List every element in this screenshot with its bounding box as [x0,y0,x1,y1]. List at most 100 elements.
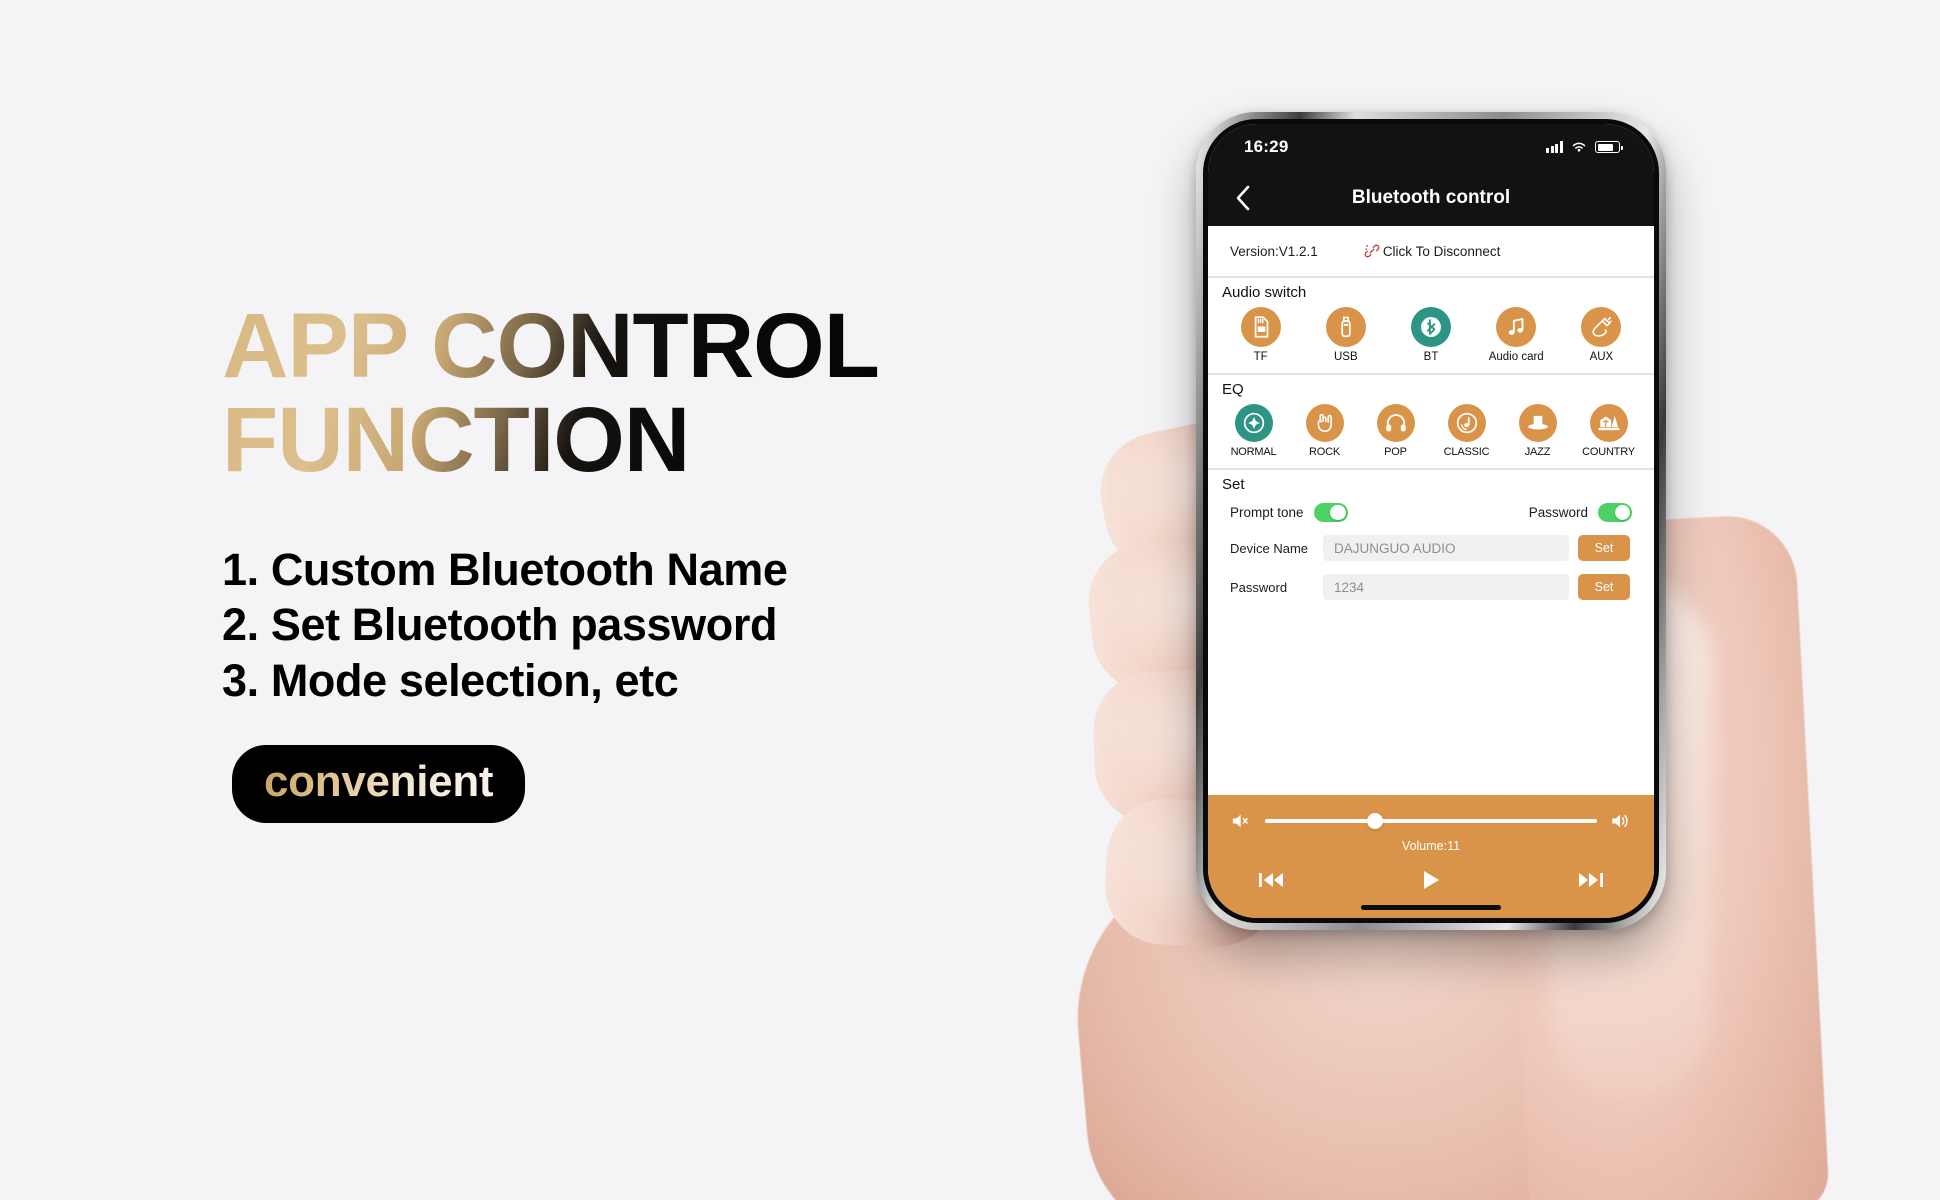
eq-preset-label: CLASSIC [1443,446,1490,458]
eq-preset-label: POP [1384,446,1407,458]
nav-bar: Bluetooth control [1208,170,1654,226]
phone-device: 16:29 Bluetooth control Version:V1.2.1 C… [1196,112,1666,930]
device-name-row: Device Name DAJUNGUO AUDIO Set [1224,522,1638,561]
status-bar-clock: 16:29 [1244,137,1289,156]
vinyl-icon [1456,412,1477,434]
music-note-icon [1508,318,1524,335]
signal-bars-icon [1546,141,1563,153]
headline-line-2: FUNCTION [222,388,690,491]
barn-icon-wrap [1589,404,1628,442]
device-name-input[interactable]: DAJUNGUO AUDIO [1323,535,1569,561]
eq-preset-country[interactable]: COUNTRY [1573,404,1644,458]
audio-source-label: Audio card [1488,351,1544,363]
volume-slider[interactable] [1265,813,1597,829]
set-title: Set [1222,476,1245,493]
password-toggle-label: Password [1528,505,1588,520]
version-label: Version:V1.2.1 [1230,243,1318,259]
eq-preset-label: JAZZ [1524,446,1551,458]
status-bar: 16:29 [1208,124,1654,170]
status-bar-indicators [1546,141,1623,153]
password-toggle[interactable] [1598,503,1632,522]
music-note-icon-wrap [1496,307,1537,347]
eq-title: EQ [1222,381,1244,398]
eq-preset-rock[interactable]: ROCK [1289,404,1360,458]
barn-icon [1598,415,1619,431]
eq-preset-pop[interactable]: POP [1360,404,1431,458]
password-row: Password 1234 Set [1224,561,1638,600]
audio-source-label: USB [1333,351,1358,363]
top-hat-icon-wrap [1518,404,1557,442]
toggle-row: Prompt tone Password [1224,499,1638,522]
volume-mute-icon[interactable] [1230,811,1252,831]
device-name-set-button[interactable]: Set [1578,535,1630,561]
version-row: Version:V1.2.1 Click To Disconnect [1208,226,1654,278]
password-setting: Password [1529,503,1632,522]
poster-canvas: APP CONTROL FUNCTION 1. Custom Bluetooth… [0,0,1940,1200]
sd-card-icon-wrap [1240,307,1281,347]
disconnect-label: Click To Disconnect [1382,243,1501,259]
previous-track-icon[interactable] [1258,869,1284,891]
back-button[interactable] [1226,181,1260,215]
chevron-left-icon [1236,185,1250,211]
feature-list: 1. Custom Bluetooth Name 2. Set Bluetoot… [222,542,1022,709]
wifi-icon [1572,142,1586,152]
battery-icon [1595,141,1623,153]
volume-text: Volume:11 [1401,839,1461,853]
headphones-icon [1385,414,1406,432]
volume-slider-thumb[interactable] [1366,813,1383,829]
set-section: Set Prompt tone Password Device Name DAJ… [1208,470,1654,795]
top-hat-icon [1527,415,1548,430]
phone-bezel: 16:29 Bluetooth control Version:V1.2.1 C… [1203,119,1659,923]
aux-cable-icon-wrap [1581,307,1622,347]
audio-source-usb[interactable]: USB [1303,307,1388,363]
audio-source-label: BT [1423,351,1439,363]
password-input[interactable]: 1234 [1323,574,1569,600]
usb-drive-icon [1341,316,1351,338]
password-label: Password [1230,579,1288,595]
audio-source-label: AUX [1589,351,1614,363]
device-name-label: Device Name [1230,540,1309,556]
audio-switch-row: TF USB BT Audio card AUX [1208,303,1654,373]
aux-cable-icon [1592,316,1613,337]
marketing-copy: APP CONTROL FUNCTION 1. Custom Bluetooth… [222,300,1022,824]
eq-preset-jazz[interactable]: JAZZ [1502,404,1573,458]
eq-preset-label: ROCK [1309,446,1340,458]
broken-link-icon [1364,244,1380,258]
set-rows: Prompt tone Password Device Name DAJUNGU… [1208,495,1654,600]
password-set-button[interactable]: Set [1578,574,1630,600]
audio-source-audio-card[interactable]: Audio card [1474,307,1559,363]
list-item: 1. Custom Bluetooth Name [222,543,788,595]
prompt-tone-toggle[interactable] [1313,503,1348,522]
home-indicator [1361,905,1501,910]
play-icon[interactable] [1421,869,1441,891]
eq-preset-normal[interactable]: NORMAL [1218,404,1289,458]
audio-source-tf[interactable]: TF [1218,307,1303,363]
rock-hand-icon-wrap [1305,404,1344,442]
bluetooth-icon-wrap [1411,307,1451,347]
list-item: 2. Set Bluetooth password [222,599,778,651]
audio-source-aux[interactable]: AUX [1559,307,1644,363]
nav-title: Bluetooth control [1351,187,1511,208]
page-title: APP CONTROL FUNCTION [222,300,1022,488]
vinyl-icon-wrap [1447,404,1486,442]
convenient-badge: convenient [232,745,526,824]
audio-switch-section: Audio switch TF USB BT Audio card AUX [1208,278,1654,375]
compass-icon-wrap [1234,404,1273,442]
player-bar: Volume:11 [1208,795,1654,918]
usb-drive-icon-wrap [1325,307,1366,347]
volume-high-icon[interactable] [1610,811,1632,831]
convenient-badge-label: convenient [264,757,494,807]
prompt-tone-label: Prompt tone [1230,505,1304,520]
disconnect-button[interactable]: Click To Disconnect [1364,243,1501,259]
eq-preset-classic[interactable]: CLASSIC [1431,404,1502,458]
phone-screen: 16:29 Bluetooth control Version:V1.2.1 C… [1208,124,1654,918]
eq-preset-label: NORMAL [1230,446,1277,458]
volume-row [1208,811,1654,831]
prompt-tone-setting: Prompt tone [1230,503,1348,522]
list-item: 3. Mode selection, etc [222,655,679,707]
headphones-icon-wrap [1376,404,1415,442]
next-track-icon[interactable] [1578,869,1604,891]
rock-hand-icon [1317,413,1332,433]
audio-source-bt[interactable]: BT [1388,307,1473,363]
audio-source-label: TF [1253,351,1268,363]
